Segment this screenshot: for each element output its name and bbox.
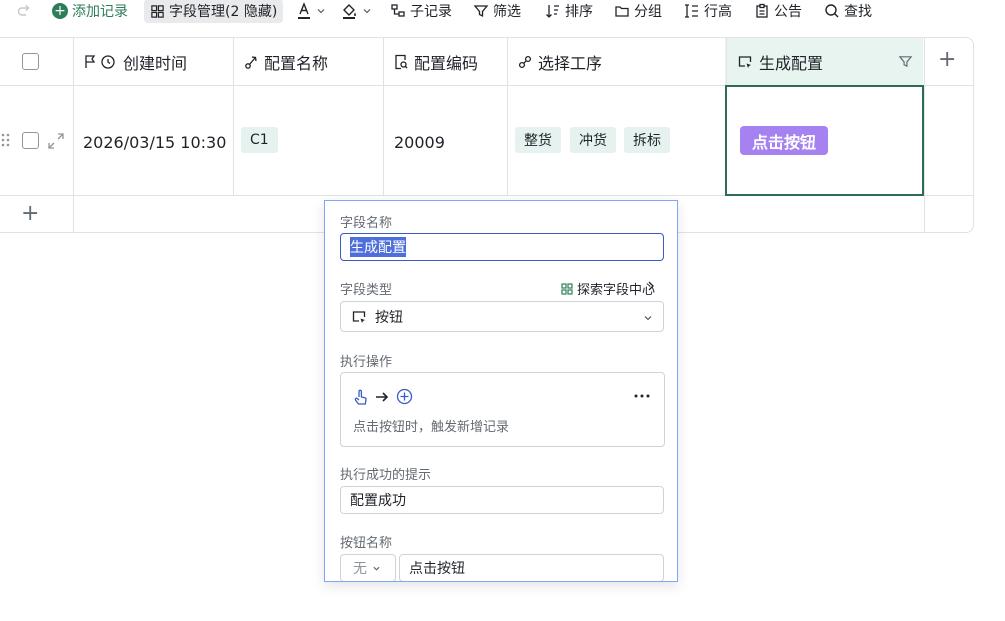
column-header-label: 创建时间	[123, 53, 188, 73]
grid-line	[73, 38, 74, 232]
tap-icon	[354, 389, 367, 405]
sub-record-icon	[391, 4, 405, 17]
chevron-down-icon	[317, 9, 325, 14]
document-search-icon	[395, 54, 408, 69]
explore-field-center-link[interactable]: 探索字段中心	[561, 279, 655, 298]
flag-clock-icon	[85, 54, 115, 69]
success-tip-input[interactable]: 配置成功	[340, 486, 664, 514]
process-tag[interactable]: 拆标	[624, 127, 670, 153]
button-field-icon	[738, 55, 752, 68]
grid-icon	[151, 4, 164, 18]
font-color-icon	[298, 2, 310, 19]
button-name-input[interactable]: 点击按钮	[399, 554, 664, 581]
sub-record-label: 子记录	[410, 4, 452, 20]
redo-icon	[17, 5, 30, 16]
column-header-label: 配置编码	[414, 53, 479, 73]
arrow-right-icon	[376, 392, 389, 402]
chevron-right-icon	[648, 281, 654, 291]
button-name-value: 点击按钮	[409, 561, 465, 577]
action-description: 点击按钮时，触发新增记录	[353, 420, 510, 435]
generate-config-button[interactable]: 点击按钮	[740, 126, 828, 155]
button-field-icon	[352, 310, 366, 323]
grid-line	[383, 38, 384, 196]
notice-button[interactable]: 公告	[754, 0, 802, 22]
field-name-input[interactable]: 生成配置	[340, 233, 664, 261]
action-label: 执行操作	[340, 355, 393, 370]
button-name-label: 按钮名称	[340, 536, 393, 551]
sub-record-button[interactable]: 子记录	[390, 0, 452, 22]
find-button[interactable]: 查找	[824, 0, 872, 22]
redo-button[interactable]	[16, 0, 32, 22]
paint-bucket-icon	[343, 4, 356, 19]
add-row-icon[interactable]: +	[21, 203, 39, 225]
grid-line	[233, 38, 234, 196]
config-name-tag[interactable]: C1	[241, 127, 278, 153]
field-type-select[interactable]: 按钮	[340, 301, 664, 332]
field-name-value: 生成配置	[350, 237, 406, 257]
font-color-button[interactable]	[296, 0, 326, 22]
column-header-generate-config[interactable]: 生成配置	[737, 38, 823, 85]
explore-field-center-label: 探索字段中心	[576, 283, 655, 298]
plus-circle-icon: +	[52, 3, 68, 19]
column-header-label: 生成配置	[759, 53, 824, 73]
add-record-button[interactable]: + 添加记录	[52, 0, 128, 22]
clipboard-icon	[756, 3, 768, 18]
chevron-down-icon	[373, 566, 380, 571]
group-label: 分组	[634, 4, 662, 20]
folder-icon	[615, 6, 629, 17]
more-icon[interactable]	[634, 394, 650, 398]
fill-color-button[interactable]	[341, 0, 372, 22]
add-column-icon[interactable]: +	[938, 49, 956, 71]
success-tip-value: 配置成功	[350, 493, 406, 509]
chevron-down-icon	[644, 316, 652, 321]
row-height-button[interactable]: 行高	[684, 0, 732, 22]
field-name-label: 字段名称	[340, 216, 393, 231]
button-icon-select[interactable]: 无	[340, 554, 396, 581]
add-record-label: 添加记录	[72, 4, 128, 20]
config-code-cell[interactable]: 20009	[394, 133, 445, 152]
link-icon	[245, 55, 257, 69]
field-type-value: 按钮	[375, 309, 403, 326]
created-time-cell[interactable]: 2026/03/15 10:30	[83, 133, 226, 152]
expand-icon[interactable]	[47, 132, 65, 150]
column-header-config-code[interactable]: 配置编码	[394, 38, 478, 85]
chevron-down-icon	[363, 9, 371, 14]
sort-button[interactable]: 排序	[545, 0, 593, 22]
filter-icon	[473, 5, 489, 18]
drag-handle-icon[interactable]	[1, 132, 11, 148]
filter-icon[interactable]	[898, 54, 913, 69]
grid-icon	[561, 282, 573, 295]
column-header-config-name[interactable]: 配置名称	[244, 38, 328, 85]
field-manage-button[interactable]: 字段管理(2 隐藏)	[144, 0, 284, 23]
row-checkbox[interactable]	[22, 132, 39, 149]
field-config-popup: 字段名称 生成配置 字段类型 探索字段中心 按钮 执行操作 点击按钮时，触发新增…	[324, 200, 678, 582]
select-all-checkbox[interactable]	[22, 53, 39, 70]
notice-label: 公告	[774, 4, 802, 20]
row-height-label: 行高	[704, 4, 732, 20]
find-label: 查找	[844, 4, 872, 20]
sort-label: 排序	[565, 4, 593, 20]
column-header-created-time[interactable]: 创建时间	[83, 38, 187, 85]
field-manage-label: 字段管理(2 隐藏)	[169, 4, 278, 20]
grid-line	[924, 38, 925, 232]
filter-button[interactable]: 筛选	[473, 0, 521, 22]
grid-line	[507, 38, 508, 196]
column-header-process[interactable]: 选择工序	[518, 38, 602, 85]
sort-icon	[546, 5, 559, 18]
link-icon	[518, 55, 532, 68]
field-type-label: 字段类型	[340, 283, 393, 298]
filter-label: 筛选	[493, 4, 521, 20]
button-icon-value: 无	[353, 561, 367, 577]
row-height-icon	[685, 4, 698, 18]
plus-circle-icon	[396, 388, 413, 405]
process-tag[interactable]: 整货	[515, 127, 561, 153]
search-icon	[825, 4, 839, 18]
process-tag[interactable]: 冲货	[570, 127, 616, 153]
toolbar: + 添加记录 字段管理(2 隐藏) 子记录 筛选 排序 分组 行高 公告 查找	[0, 0, 1005, 23]
success-tip-label: 执行成功的提示	[340, 468, 432, 483]
group-button[interactable]: 分组	[614, 0, 662, 22]
column-header-label: 选择工序	[538, 53, 603, 73]
column-header-label: 配置名称	[264, 53, 329, 73]
action-box[interactable]: 点击按钮时，触发新增记录	[340, 372, 665, 447]
